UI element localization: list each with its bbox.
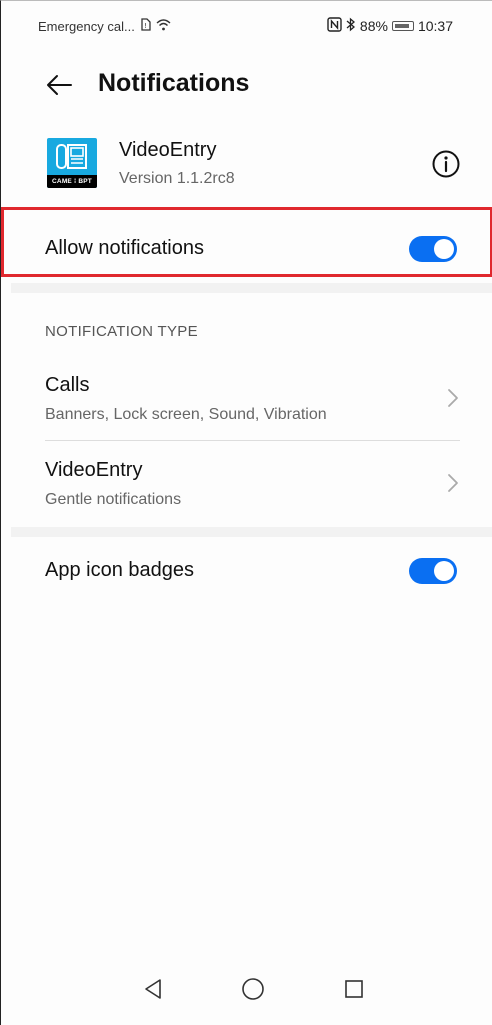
chevron-right-icon: [448, 474, 458, 492]
app-version: Version 1.1.2rc8: [119, 170, 235, 187]
page-title: Notifications: [98, 69, 250, 97]
nfc-icon: [327, 17, 342, 35]
home-circle-icon: [242, 978, 264, 1000]
status-bar: Emergency cal... ! 88% 10:37: [1, 1, 492, 51]
list-item-subtitle: Banners, Lock screen, Sound, Vibration: [45, 406, 327, 423]
svg-text:!: !: [144, 22, 147, 30]
back-button[interactable]: [39, 65, 79, 105]
app-icon-badges-row[interactable]: App icon badges: [1, 549, 492, 605]
back-triangle-icon: [145, 979, 161, 999]
list-item-videoentry[interactable]: VideoEntry Gentle notifications: [1, 446, 492, 526]
section-title: NOTIFICATION TYPE: [45, 323, 198, 340]
list-item-title: Calls: [45, 374, 90, 396]
carrier-status-text: Emergency cal...: [38, 18, 135, 34]
app-icon-caption: CAME ⁞ BPT: [47, 175, 97, 188]
sim-card-icon: !: [139, 18, 152, 34]
intercom-icon: [56, 144, 87, 169]
system-nav-bar: [1, 965, 492, 1025]
battery-icon: [391, 21, 414, 31]
info-icon: [432, 150, 460, 178]
app-info-button[interactable]: [431, 149, 461, 179]
list-divider: [45, 440, 460, 441]
app-icon: CAME ⁞ BPT: [47, 138, 97, 188]
bluetooth-icon: [346, 17, 356, 35]
battery-percent: 88%: [359, 18, 388, 34]
phone-screen: Emergency cal... ! 88% 10:37 Notificatio…: [0, 0, 492, 1025]
list-item-subtitle: Gentle notifications: [45, 491, 182, 508]
nav-recents-button[interactable]: [336, 971, 372, 1007]
app-name: VideoEntry: [119, 139, 217, 161]
app-icon-badges-label: App icon badges: [45, 559, 195, 581]
nav-back-button[interactable]: [135, 971, 171, 1007]
app-icon-badges-toggle[interactable]: [409, 558, 457, 584]
list-item-calls[interactable]: Calls Banners, Lock screen, Sound, Vibra…: [1, 361, 492, 441]
chevron-right-icon: [448, 389, 458, 407]
section-divider: [11, 283, 492, 293]
wifi-icon: [156, 18, 171, 34]
app-info-row: CAME ⁞ BPT VideoEntry Version 1.1.2rc8: [1, 131, 492, 201]
arrow-left-icon: [47, 75, 72, 95]
clock-time: 10:37: [417, 18, 453, 34]
recents-square-icon: [345, 980, 363, 998]
section-divider: [11, 527, 492, 537]
highlight-box: [1, 207, 492, 277]
app-bar: Notifications: [1, 59, 492, 109]
list-item-title: VideoEntry: [45, 459, 143, 481]
nav-home-button[interactable]: [235, 971, 271, 1007]
